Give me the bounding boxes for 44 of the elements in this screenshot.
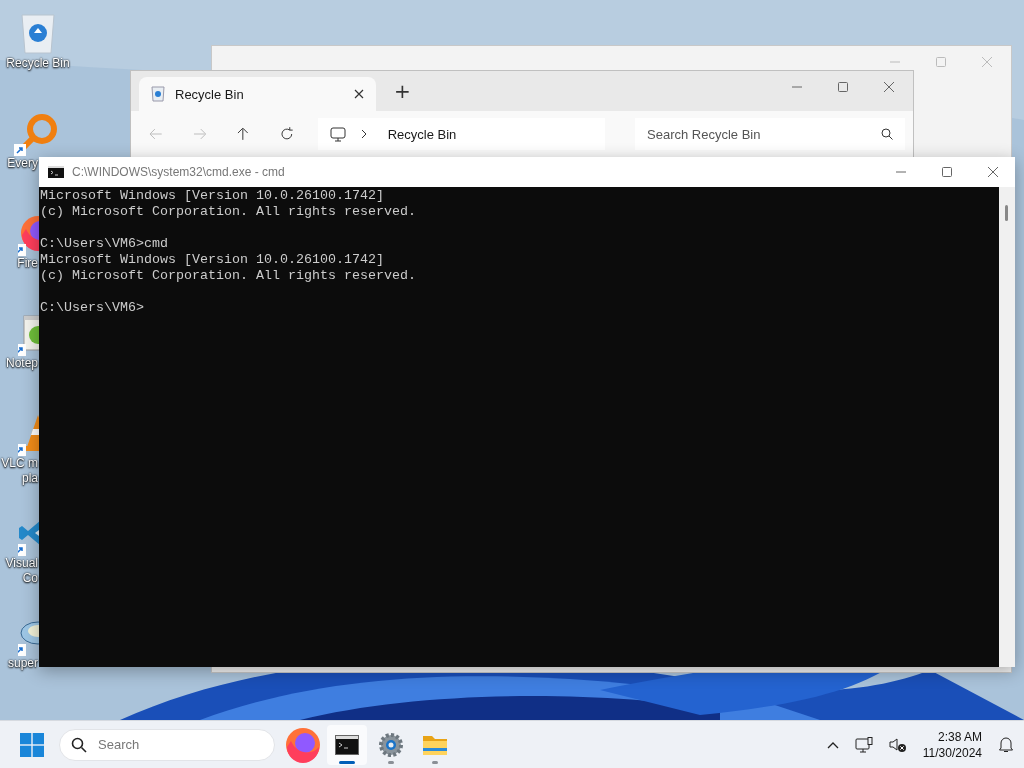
chevron-icon [359,129,368,139]
clock-date: 11/30/2024 [922,744,982,761]
maximize-icon[interactable] [941,166,953,178]
icon-label: Every [7,156,38,171]
start-icon[interactable] [20,732,44,757]
icon-label: Visual [5,556,38,571]
close-icon[interactable] [987,166,999,178]
maximize-icon[interactable] [837,81,849,93]
refresh-icon[interactable] [279,127,294,141]
new-tab-button[interactable]: + [390,79,415,103]
tab-title: Recycle Bin [175,86,245,102]
network-icon[interactable] [854,736,873,753]
gear-icon[interactable] [378,731,404,758]
explorer-tab[interactable]: Recycle Bin [139,77,376,111]
icon-label: super [7,656,38,671]
terminal-icon [48,166,64,178]
speaker-muted-icon[interactable] [888,736,907,753]
recycle-bin-icon[interactable] [18,11,58,55]
close-icon[interactable] [354,89,364,99]
clock[interactable]: 2:38 AM 11/30/2024 [922,728,982,761]
icon-label: VLC m [1,456,38,471]
bell-icon[interactable] [998,736,1014,753]
terminal-icon[interactable] [335,734,359,755]
icon-label: Fire [17,256,38,271]
icon-label: Recycle Bin [6,56,70,71]
search-field[interactable]: Search Recycle Bin [635,118,905,150]
clock-time: 2:38 AM [937,728,982,745]
search-field[interactable]: Search [59,728,275,761]
monitor-icon [329,126,346,142]
address-text: Recycle Bin [387,126,457,142]
scrollbar-thumb[interactable] [1005,205,1008,221]
icon-label: Notep [5,356,38,371]
console-output: Microsoft Windows [Version 10.0.26100.1742] (c) Microsoft Corporation. All rights reserved. C:\Users\VM6>cmd Microsoft Windows [Version 10.0.26100.1742] (c) Microsoft Corporation. All rights reserved. C:\Users\VM6> [39,187,999,667]
icon-label: pla [22,471,38,486]
window-title: C:\WINDOWS\system32\cmd.exe - cmd [72,165,285,179]
up-arrow-icon[interactable] [236,127,250,141]
recycle-bin-icon [151,86,165,102]
taskbar-app-button[interactable] [327,724,367,765]
scrollbar[interactable] [999,187,1015,667]
icon-label: Co [22,571,38,586]
chevron-up-icon[interactable] [826,740,839,749]
search-icon[interactable] [881,128,893,140]
search-icon [71,736,87,753]
address-bar[interactable]: Recycle Bin [317,118,605,150]
